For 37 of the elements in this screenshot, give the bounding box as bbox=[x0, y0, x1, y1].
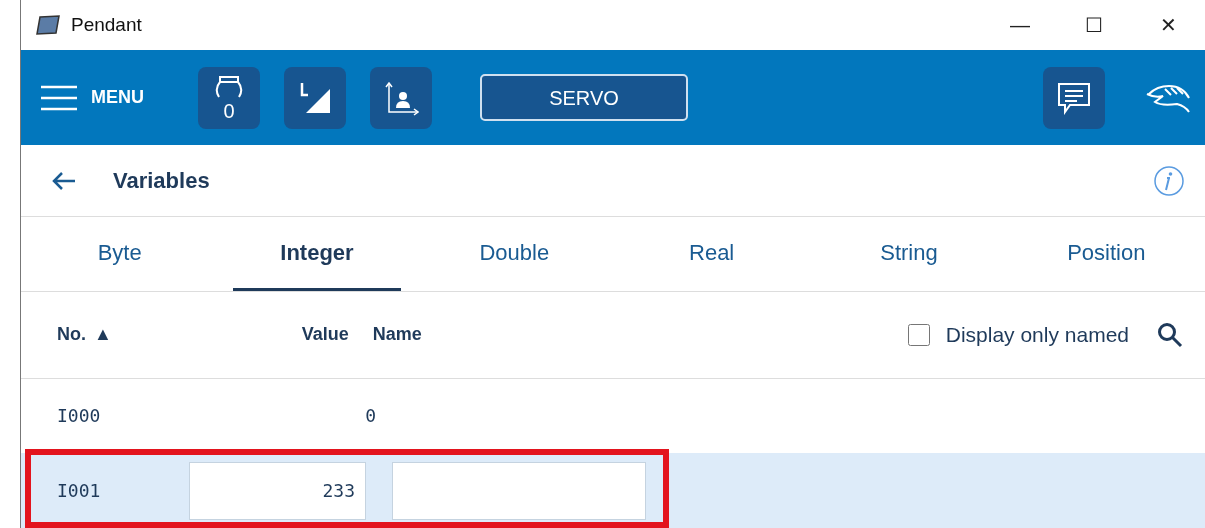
table-cell-text: I000 bbox=[57, 404, 102, 429]
variable-tab[interactable]: Double bbox=[430, 217, 598, 291]
minimize-button[interactable]: — bbox=[983, 8, 1057, 41]
variable-tab[interactable]: String bbox=[825, 217, 993, 291]
table-cell-text: 0 bbox=[364, 404, 376, 429]
sort-indicator[interactable]: ▲ bbox=[94, 321, 112, 349]
tool-button[interactable]: 0 bbox=[198, 66, 260, 129]
coordinate-button[interactable] bbox=[284, 66, 346, 129]
search-icon[interactable] bbox=[1157, 321, 1183, 348]
menu-button[interactable]: MENU bbox=[35, 82, 150, 113]
back-icon[interactable] bbox=[51, 169, 77, 192]
menu-icon bbox=[41, 83, 77, 112]
selected-row[interactable]: I001 233 bbox=[21, 453, 1205, 528]
user-frame-button[interactable] bbox=[370, 66, 432, 129]
message-button[interactable] bbox=[1043, 66, 1105, 129]
variable-tab[interactable]: Real bbox=[628, 217, 796, 291]
close-button[interactable]: ✕ bbox=[1131, 8, 1205, 41]
window-title: Pendant bbox=[71, 12, 142, 37]
servo-button[interactable]: SERVO bbox=[480, 74, 688, 122]
variable-tab[interactable]: Position bbox=[1022, 217, 1190, 291]
column-header: No. bbox=[57, 323, 86, 347]
column-header: Value bbox=[301, 323, 349, 347]
variable-tab[interactable]: Integer bbox=[233, 217, 401, 291]
column-header: Name bbox=[372, 323, 422, 347]
filter-label: Display only named bbox=[945, 322, 1129, 348]
value-field[interactable]: 233 bbox=[189, 461, 366, 520]
name-field[interactable] bbox=[392, 461, 646, 520]
info-icon[interactable] bbox=[1153, 164, 1185, 197]
maximize-button[interactable]: ☐ bbox=[1057, 8, 1131, 41]
page-title: Variables bbox=[113, 167, 210, 196]
user-axes-icon bbox=[383, 79, 419, 116]
app-icon bbox=[35, 13, 61, 36]
filter-checkbox[interactable] bbox=[907, 323, 930, 346]
chat-icon bbox=[1056, 80, 1092, 115]
variable-tab[interactable]: Byte bbox=[36, 217, 204, 291]
triangle-icon bbox=[298, 80, 332, 115]
table-cell-text: I001 bbox=[57, 479, 102, 504]
